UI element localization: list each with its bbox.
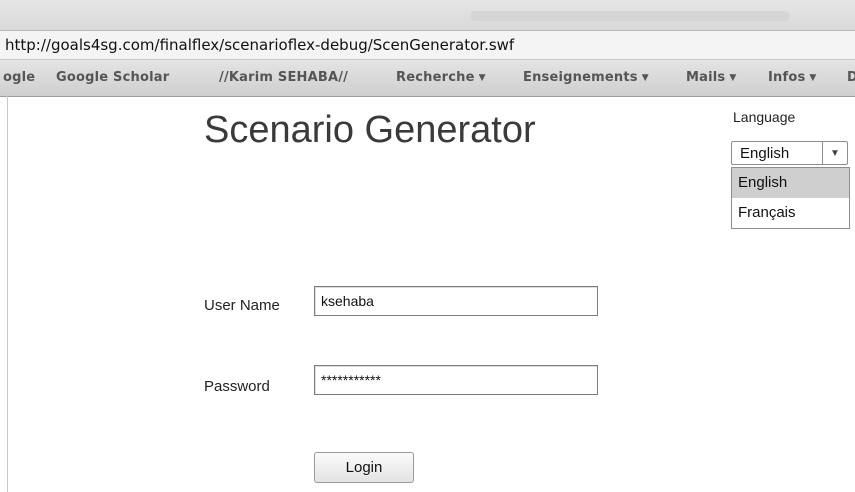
bookmark-label: Recherche xyxy=(396,70,475,85)
bookmark-label: //Karim SEHABA// xyxy=(219,70,349,85)
language-option-francais[interactable]: Français xyxy=(732,198,849,228)
bookmark-karim-sehaba[interactable]: //Karim SEHABA// xyxy=(219,70,348,85)
dropdown-caret-icon: ▼ xyxy=(729,73,737,83)
language-selected-value: English xyxy=(740,145,790,162)
bookmark-label: ogle xyxy=(3,70,36,85)
address-bar[interactable]: http://goals4sg.com/finalflex/scenariofl… xyxy=(0,31,855,60)
dropdown-caret-icon: ▼ xyxy=(641,73,649,83)
chevron-down-icon[interactable]: ▼ xyxy=(822,142,847,164)
bookmark-infos[interactable]: Infos ▼ xyxy=(768,70,817,85)
bookmark-mails[interactable]: Mails ▼ xyxy=(686,70,736,85)
bookmark-d[interactable]: D xyxy=(847,70,855,85)
login-button[interactable]: Login xyxy=(314,452,414,483)
bookmark-label: Enseignements xyxy=(523,70,638,85)
password-label: Password xyxy=(204,378,270,395)
bookmark-google-scholar[interactable]: Google Scholar xyxy=(56,70,169,85)
dropdown-caret-icon: ▼ xyxy=(809,73,817,83)
language-select[interactable]: English ▼ xyxy=(731,141,848,165)
username-label: User Name xyxy=(204,297,280,314)
bookmark-label: Mails xyxy=(686,70,726,85)
bookmark-recherche[interactable]: Recherche ▼ xyxy=(396,70,486,85)
username-field[interactable] xyxy=(314,286,598,316)
browser-tab-strip xyxy=(0,0,855,31)
bookmark-label: Infos xyxy=(768,70,806,85)
bookmark-label: Google Scholar xyxy=(56,70,170,85)
bookmark-enseignements[interactable]: Enseignements ▼ xyxy=(523,70,649,85)
password-field[interactable] xyxy=(314,365,598,395)
address-url[interactable]: http://goals4sg.com/finalflex/scenariofl… xyxy=(5,36,514,54)
language-dropdown-list: English Français xyxy=(731,167,850,229)
page-title: Scenario Generator xyxy=(204,109,536,151)
language-option-english[interactable]: English xyxy=(732,168,849,198)
tab-strip-text-cropped xyxy=(470,11,790,21)
bookmark-google[interactable]: ogle xyxy=(3,70,35,85)
page-left-border xyxy=(7,96,8,492)
bookmark-label: D xyxy=(847,70,855,85)
bookmarks-bar: ogle Google Scholar //Karim SEHABA// Rec… xyxy=(0,60,855,97)
language-label: Language xyxy=(733,109,796,125)
dropdown-caret-icon: ▼ xyxy=(478,73,486,83)
